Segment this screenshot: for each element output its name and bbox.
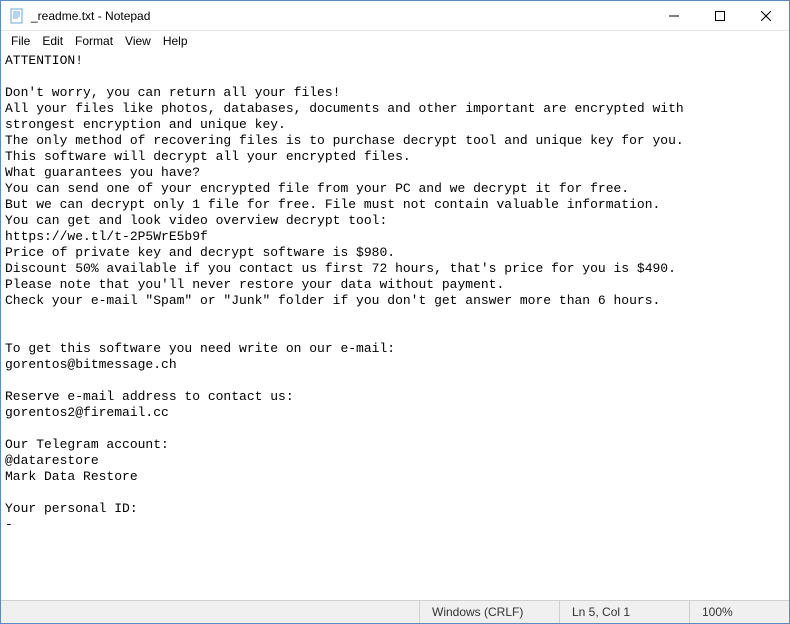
statusbar: Windows (CRLF) Ln 5, Col 1 100%	[1, 600, 789, 623]
menu-edit[interactable]: Edit	[36, 33, 69, 49]
menu-view[interactable]: View	[119, 33, 157, 49]
status-spacer	[1, 601, 419, 623]
menu-format[interactable]: Format	[69, 33, 119, 49]
status-zoom: 100%	[689, 601, 789, 623]
window-title: _readme.txt - Notepad	[31, 9, 651, 23]
close-button[interactable]	[743, 1, 789, 30]
minimize-button[interactable]	[651, 1, 697, 30]
notepad-icon	[9, 8, 25, 24]
notepad-window: _readme.txt - Notepad File Edit Format V…	[0, 0, 790, 624]
maximize-button[interactable]	[697, 1, 743, 30]
editor-area	[1, 51, 789, 600]
status-encoding: Windows (CRLF)	[419, 601, 559, 623]
titlebar: _readme.txt - Notepad	[1, 1, 789, 31]
text-editor[interactable]	[1, 51, 789, 600]
menubar: File Edit Format View Help	[1, 31, 789, 51]
menu-help[interactable]: Help	[157, 33, 194, 49]
status-position: Ln 5, Col 1	[559, 601, 689, 623]
menu-file[interactable]: File	[5, 33, 36, 49]
window-controls	[651, 1, 789, 30]
